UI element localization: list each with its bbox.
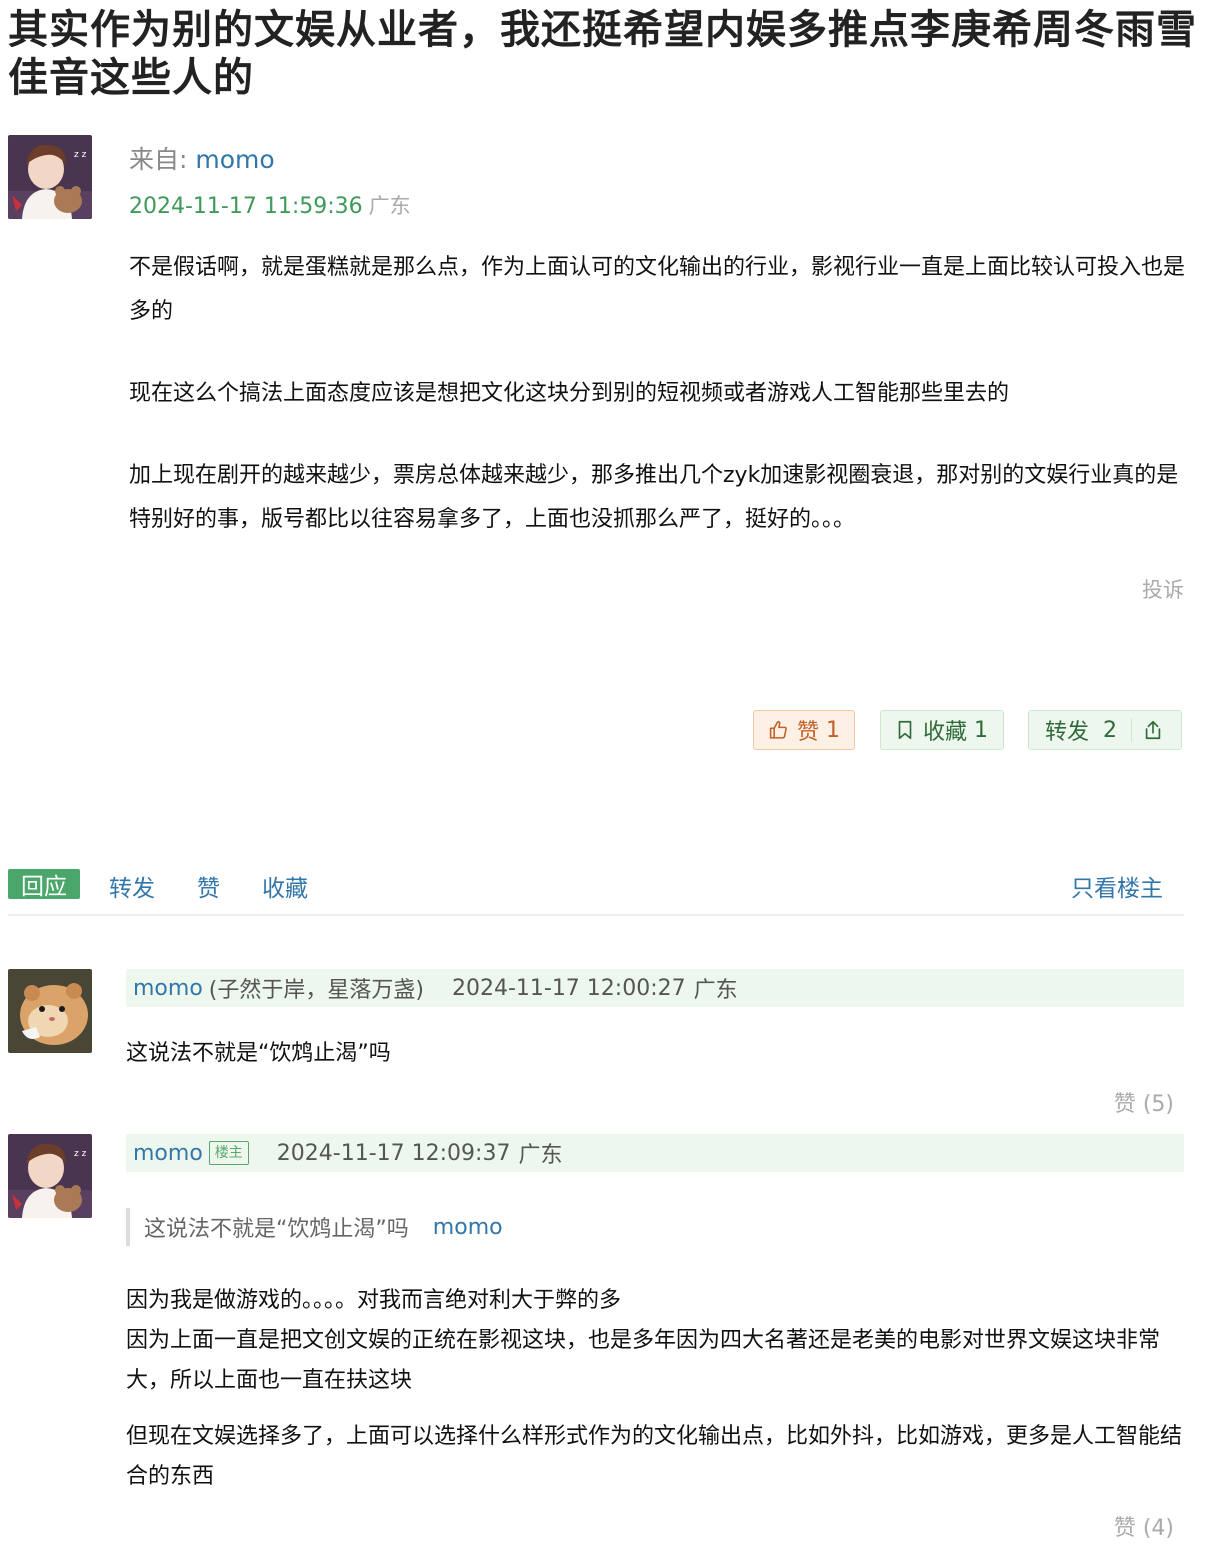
op-paragraph: 不是假话啊，就是蛋糕就是那么点，作为上面认可的文化输出的行业，影视行业一直是上面… [129,255,1186,324]
share-icon [1145,720,1160,740]
svg-text:z z: z z [74,1149,87,1159]
reply-author-link[interactable]: momo [133,976,203,1001]
reply-location: 广东 [693,978,738,1003]
divider [8,914,1184,916]
tab-favorite[interactable]: 收藏 [262,869,308,903]
quote-text: 这说法不就是“饮鸩止渴”吗 [144,1217,409,1242]
only-op-link[interactable]: 只看楼主 [1071,869,1163,903]
reply-line: 因为上面一直是把文创文娱的正统在影视这块，也是多年因为四大名著还是老美的电影对世… [126,1328,1161,1393]
op-location: 广东 [368,194,411,218]
avatar-illustration [8,969,92,1053]
reply-header: momo (子然于岸，星落万盏) 2024-11-17 12:00:27 广东 [126,969,1184,1007]
reply-header: momo 楼主 2024-11-17 12:09:37 广东 [126,1134,1184,1172]
favorite-button[interactable]: 收藏 1 [880,710,1004,750]
topic-title: 其实作为别的文娱从业者，我还挺希望内娱多推点李庚希周冬雨雪佳音这些人的 [8,7,1197,101]
forward-count: 2 [1103,717,1118,743]
forward-label-group[interactable]: 转发 2 [1029,717,1133,745]
like-count: 1 [826,717,840,743]
op-badge: 楼主 [208,1141,249,1165]
avatar-illustration: z z [8,135,92,219]
op-timestamp: 2024-11-17 11:59:36 [129,194,363,219]
report-link[interactable]: 投诉 [1142,574,1184,604]
reply-line: 但现在文娱选择多了，上面可以选择什么样形式作为的文化输出点，比如外抖，比如游戏，… [126,1424,1183,1489]
reply-author-link[interactable]: momo [133,1141,203,1166]
op-time-line: 2024-11-17 11:59:36 广东 [129,190,411,220]
reply-text: 因为我是做游戏的。。。。对我而言绝对利大于弊的多 因为上面一直是把文创文娱的正统… [126,1281,1184,1497]
reply-location: 广东 [518,1143,563,1168]
from-label: 来自: [129,145,188,174]
thumbs-up-icon [769,721,787,739]
op-from: 来自: momo [129,140,275,176]
reply-like-button[interactable]: 赞 (5) [1114,1086,1174,1118]
reply-timestamp: 2024-11-17 12:09:37 [276,1140,511,1166]
forward-label: 转发 [1045,720,1090,745]
reply-like-button[interactable]: 赞 (4) [1114,1510,1174,1542]
bookmark-icon [898,720,912,740]
avatar-illustration: z z [8,1134,92,1218]
favorite-label: 收藏 [923,720,968,745]
reply-timestamp: 2024-11-17 12:00:27 [451,975,686,1001]
like-button[interactable]: 赞 1 [753,710,855,750]
op-paragraph: 现在这么个搞法上面态度应该是想把文化这块分到别的短视频或者游戏人工智能那些里去的 [129,381,1010,406]
forward-button[interactable]: 转发 2 [1028,710,1182,750]
op-body: 不是假话啊，就是蛋糕就是那么点，作为上面认可的文化输出的行业，影视行业一直是上面… [129,246,1189,580]
tab-reply[interactable]: 回应 [8,869,80,900]
reply-text: 这说法不就是“饮鸩止渴”吗 [126,1041,391,1066]
favorite-count: 1 [974,717,989,743]
tab-forward[interactable]: 转发 [109,869,155,903]
like-label: 赞 [796,720,819,745]
op-paragraph: 加上现在剧开的越来越少，票房总体越来越少，那多推出几个zyk加速影视圈衰退，那对… [129,463,1179,532]
reply-line: 因为我是做游戏的。。。。对我而言绝对利大于弊的多 [126,1288,622,1313]
share-button[interactable] [1132,719,1181,741]
quote-block: 这说法不就是“饮鸩止渴”吗 momo [126,1208,503,1246]
tab-like[interactable]: 赞 [197,869,220,903]
reply-nickname: (子然于岸，星落万盏) [208,978,424,1003]
svg-text:z z: z z [74,150,87,160]
action-tabs: 回应 转发 赞 收藏 只看楼主 [8,866,1183,902]
reply-avatar[interactable] [8,969,92,1053]
op-author-link[interactable]: momo [195,145,274,174]
quote-author-link[interactable]: momo [433,1215,503,1240]
reply-avatar[interactable]: z z [8,1134,92,1218]
op-avatar[interactable]: z z [8,135,92,219]
